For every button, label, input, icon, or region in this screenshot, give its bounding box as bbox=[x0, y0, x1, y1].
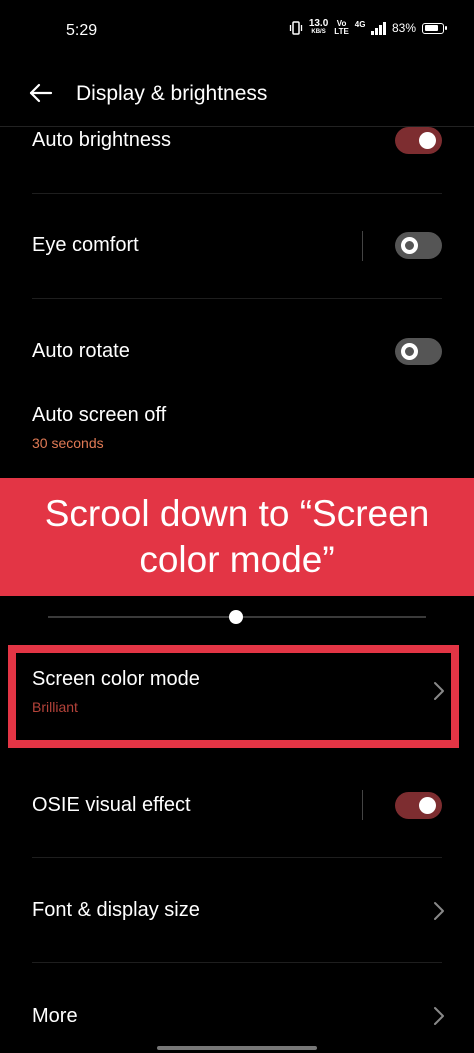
page-title: Display & brightness bbox=[76, 82, 268, 105]
divider bbox=[32, 962, 442, 963]
annotation-text: Scrool down to “Screen color mode” bbox=[44, 493, 430, 580]
toggle-knob bbox=[401, 237, 418, 254]
toggle-knob bbox=[419, 132, 436, 149]
eye-comfort-label: Eye comfort bbox=[32, 234, 139, 256]
chevron-right-icon bbox=[434, 682, 444, 700]
font-display-size-row[interactable]: Font & display size bbox=[32, 899, 442, 922]
separator bbox=[362, 231, 363, 261]
auto-rotate-toggle[interactable] bbox=[395, 338, 442, 365]
annotation-banner: Scrool down to “Screen color mode” bbox=[0, 478, 474, 596]
slider-thumb[interactable] bbox=[229, 610, 243, 624]
more-label: More bbox=[32, 1005, 78, 1027]
signal-icon bbox=[371, 21, 386, 35]
vibrate-icon bbox=[289, 21, 302, 35]
battery-icon bbox=[422, 22, 447, 34]
arrow-left-icon[interactable] bbox=[28, 80, 54, 106]
divider bbox=[32, 857, 442, 858]
font-display-size-label: Font & display size bbox=[32, 899, 200, 921]
toggle-knob bbox=[401, 343, 418, 360]
status-icons: 13.0 KB/S Vo LTE 4G 83% bbox=[289, 18, 447, 36]
brightness-slider[interactable] bbox=[48, 610, 426, 624]
app-header: Display & brightness bbox=[0, 62, 474, 126]
battery-percent: 83% bbox=[391, 21, 416, 35]
eye-comfort-toggle[interactable] bbox=[395, 232, 442, 259]
toggle-knob bbox=[419, 797, 436, 814]
auto-brightness-label: Auto brightness bbox=[32, 129, 171, 151]
osie-visual-effect-label: OSIE visual effect bbox=[32, 794, 191, 816]
chevron-right-icon bbox=[434, 902, 444, 920]
separator bbox=[362, 790, 363, 820]
volte-indicator: Vo LTE bbox=[334, 19, 349, 36]
osie-visual-effect-toggle[interactable] bbox=[395, 792, 442, 819]
status-bar: 5:29 13.0 KB/S Vo LTE 4G 83% bbox=[0, 0, 474, 62]
auto-rotate-row[interactable]: Auto rotate bbox=[32, 340, 442, 363]
divider bbox=[32, 193, 442, 194]
divider bbox=[32, 298, 442, 299]
auto-screen-off-label: Auto screen off bbox=[32, 404, 167, 426]
network-speed: 13.0 KB/S bbox=[308, 18, 329, 36]
screen-color-mode-value: Brilliant bbox=[32, 699, 78, 715]
home-indicator[interactable] bbox=[157, 1046, 317, 1050]
chevron-right-icon bbox=[434, 1007, 444, 1025]
status-time: 5:29 bbox=[66, 22, 98, 39]
auto-rotate-label: Auto rotate bbox=[32, 340, 130, 362]
auto-screen-off-value: 30 seconds bbox=[32, 435, 104, 451]
eye-comfort-row[interactable]: Eye comfort bbox=[32, 234, 442, 257]
screen-color-mode-label: Screen color mode bbox=[32, 668, 200, 690]
auto-screen-off-row[interactable]: Auto screen off 30 seconds bbox=[32, 404, 442, 451]
screen-color-mode-row[interactable]: Screen color mode Brilliant bbox=[32, 668, 442, 715]
network-type: 4G bbox=[354, 20, 366, 29]
osie-visual-effect-row[interactable]: OSIE visual effect bbox=[32, 794, 442, 817]
more-row[interactable]: More bbox=[32, 1005, 442, 1028]
auto-brightness-toggle[interactable] bbox=[395, 127, 442, 154]
auto-brightness-row[interactable]: Auto brightness bbox=[32, 129, 442, 152]
